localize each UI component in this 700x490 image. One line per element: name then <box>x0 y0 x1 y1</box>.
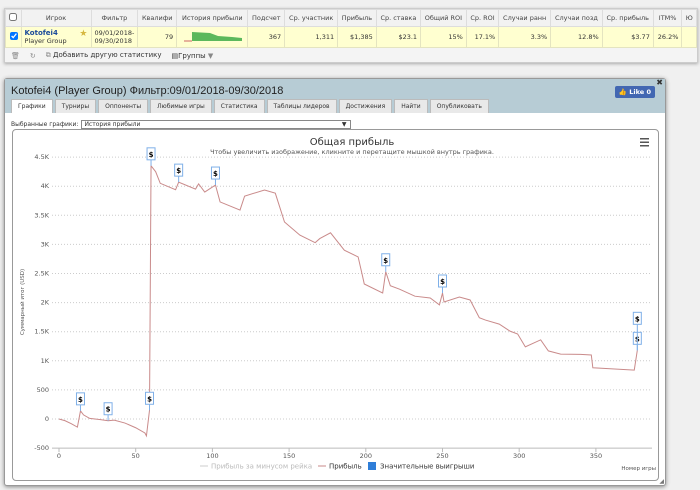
big-win-flag[interactable]: $ <box>210 166 220 186</box>
y-tick-label: 2.5K <box>34 270 49 278</box>
x-tick-label: 150 <box>283 452 295 460</box>
y-tick-label: 500 <box>37 386 49 394</box>
big-win-flag[interactable]: $ <box>145 391 155 411</box>
y-tick-label: 3.5K <box>34 211 49 219</box>
svg-text:$: $ <box>149 151 154 159</box>
x-tick-label: 250 <box>436 452 448 460</box>
legend-item-profit[interactable]: Прибыль <box>329 463 362 471</box>
menu-icon[interactable] <box>640 138 649 147</box>
svg-text:$: $ <box>78 396 83 404</box>
x-axis-label: Номер игры <box>621 466 656 472</box>
big-win-flag[interactable]: $ <box>174 163 184 183</box>
big-win-flag[interactable]: $ <box>146 147 156 166</box>
y-tick-label: 2K <box>41 299 50 307</box>
svg-text:$: $ <box>635 315 640 323</box>
x-tick-label: 0 <box>57 452 61 460</box>
big-win-flag[interactable]: $ <box>381 253 391 272</box>
x-tick-label: 300 <box>513 452 525 460</box>
y-tick-label: 1.5K <box>34 328 49 336</box>
chart-subtitle: Чтобы увеличить изображение, кликните и … <box>210 148 494 156</box>
y-tick-label: -500 <box>34 444 49 452</box>
legend: Прибыль за минусом рейка Прибыль Значите… <box>200 462 474 471</box>
profit-chart[interactable]: Общая прибыль Чтобы увеличить изображени… <box>0 0 700 490</box>
svg-text:$: $ <box>383 257 388 265</box>
y-axis-label: Суммарный итог (USD) <box>19 269 26 335</box>
legend-item-rakeless[interactable]: Прибыль за минусом рейка <box>211 463 312 471</box>
svg-text:$: $ <box>106 406 111 414</box>
big-win-flag[interactable]: $ <box>103 402 113 421</box>
x-tick-label: 350 <box>590 452 602 460</box>
big-win-flag[interactable]: $ <box>438 274 447 293</box>
x-tick-label: 50 <box>132 452 140 460</box>
legend-swatch-big-wins <box>368 462 376 470</box>
legend-item-big-wins[interactable]: Значительные выигрыши <box>380 463 474 471</box>
y-tick-label: 1K <box>41 357 50 365</box>
y-tick-label: 0 <box>45 415 49 423</box>
y-tick-label: 4K <box>41 182 50 190</box>
svg-text:$: $ <box>213 170 218 178</box>
x-tick-label: 200 <box>360 452 372 460</box>
chart-title: Общая прибыль <box>310 137 395 148</box>
big-win-flag[interactable]: $ <box>75 392 85 411</box>
svg-text:$: $ <box>176 167 181 175</box>
x-tick-label: 100 <box>206 452 218 460</box>
y-tick-label: 4.5K <box>34 153 49 161</box>
svg-text:$: $ <box>147 395 152 403</box>
svg-text:$: $ <box>440 278 445 286</box>
y-tick-label: 3K <box>41 240 50 248</box>
